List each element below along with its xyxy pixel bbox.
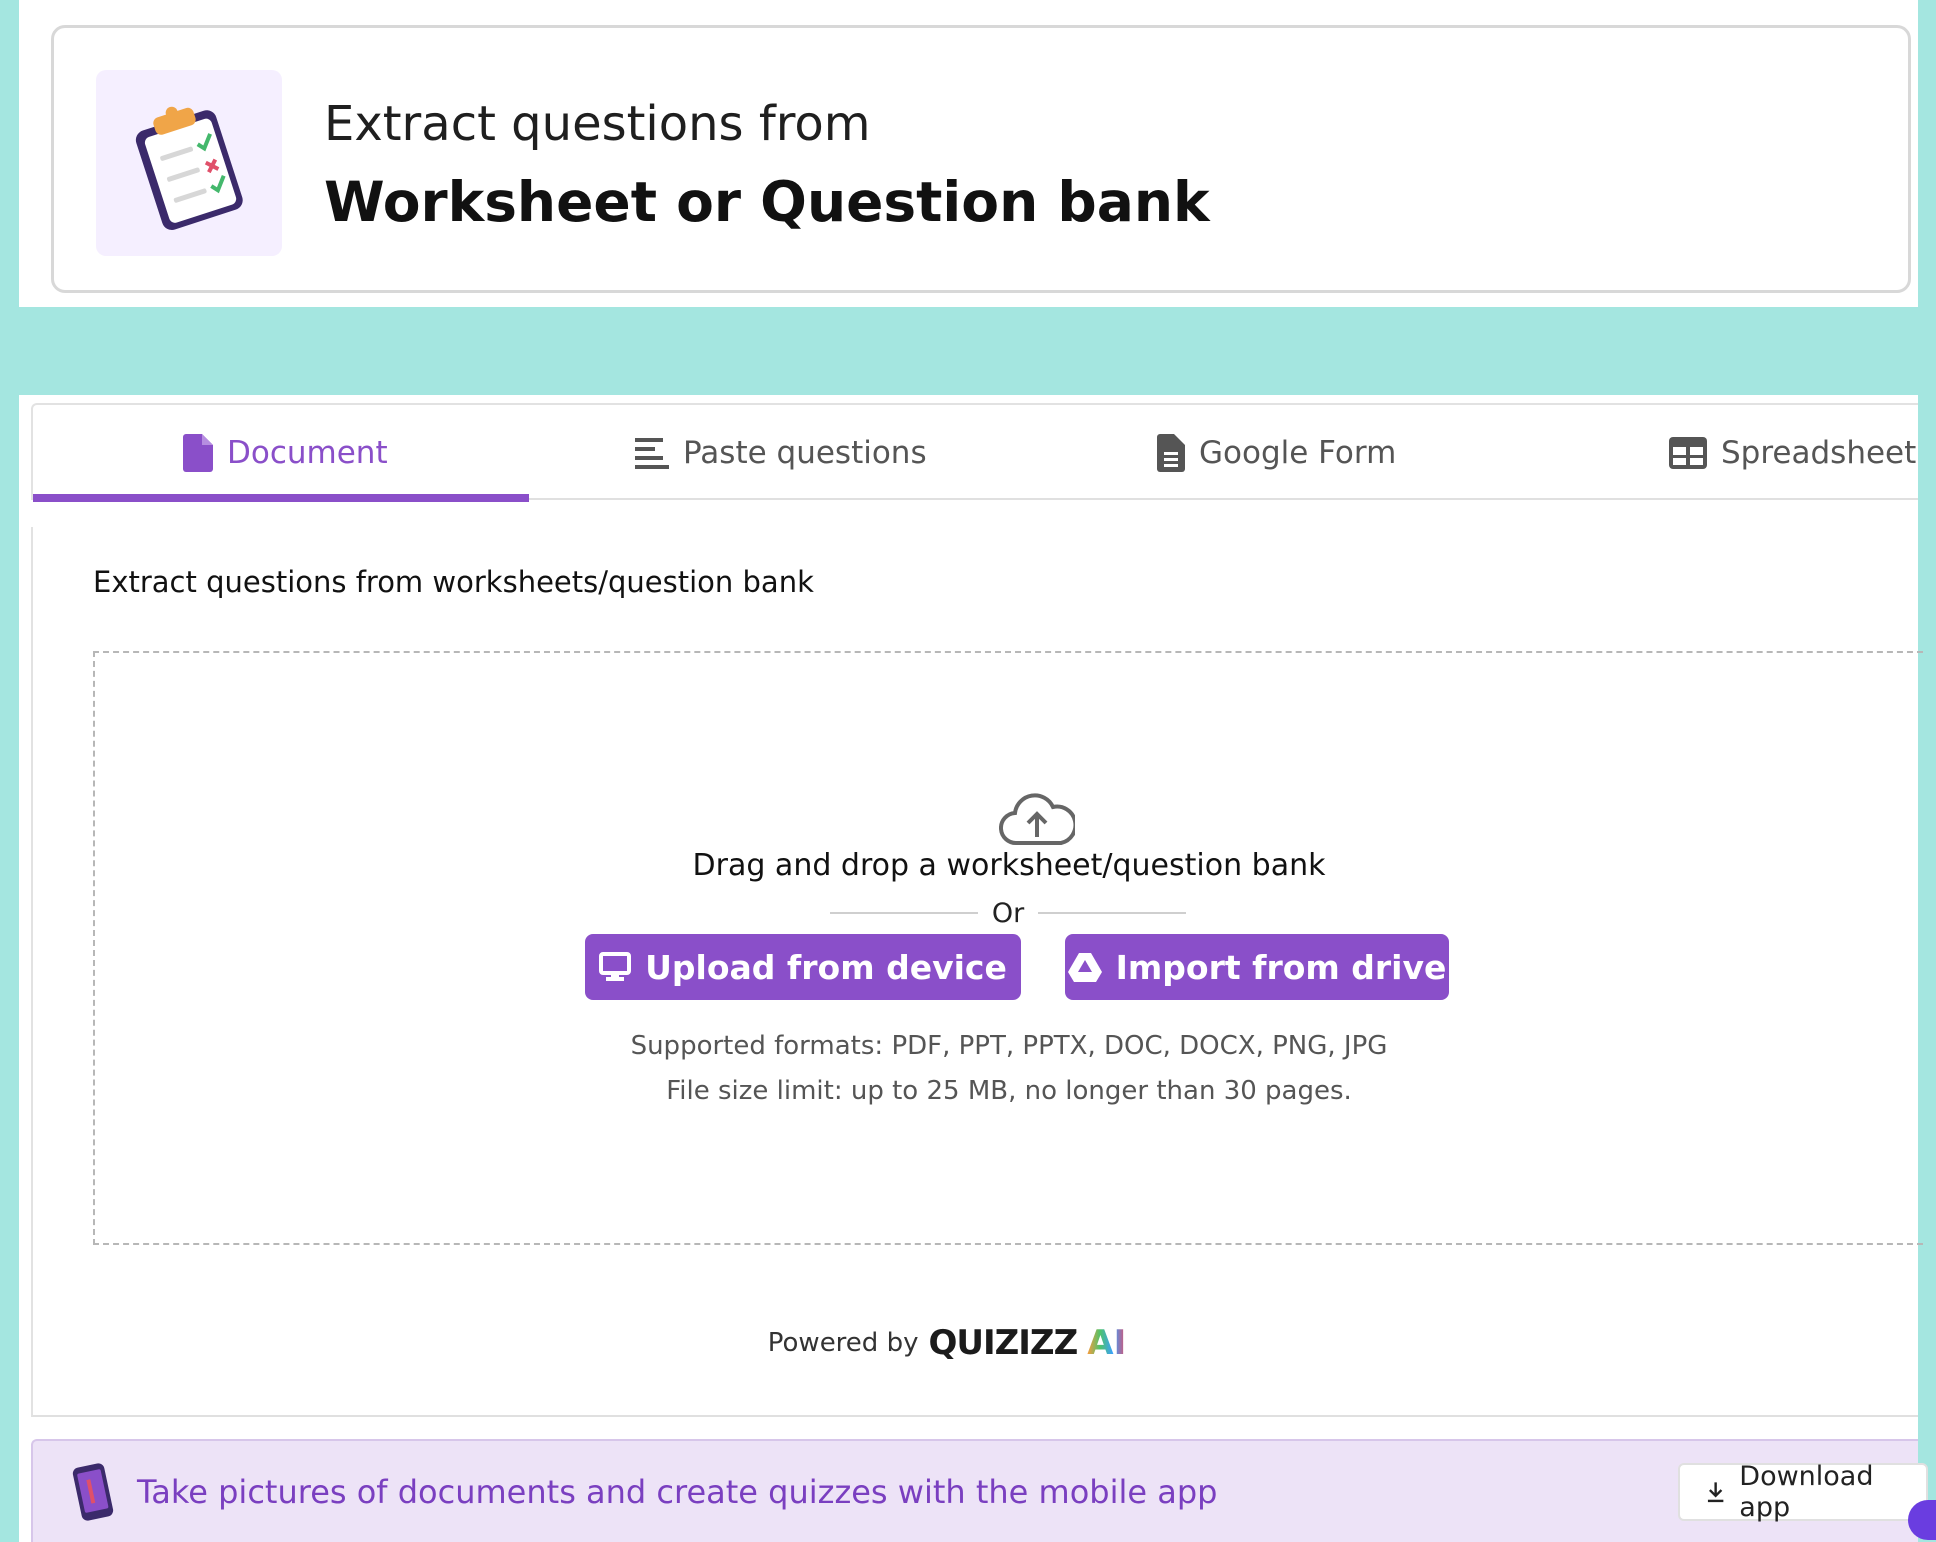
document-icon [183,433,213,472]
tab-spreadsheet-label: Spreadsheet [1721,434,1917,471]
monitor-icon [599,952,632,981]
quizizz-logo: QUIZIZZ [928,1323,1078,1363]
tab-google-form-label: Google Form [1199,434,1397,471]
clipboard-checklist-icon [135,106,243,230]
tab-document[interactable]: Document [33,405,529,502]
download-app-label: Download app [1739,1461,1874,1523]
powered-by: Powered by QUIZIZZ AI [33,1323,1861,1363]
tab-document-label: Document [227,434,388,471]
tab-paste-questions[interactable]: Paste questions [635,405,927,500]
tab-paste-questions-label: Paste questions [683,434,927,471]
divider-line-left [830,912,978,914]
google-drive-icon [1067,953,1102,982]
drive-button-label: Import from drive [1115,947,1447,987]
header-card: Extract questions from Worksheet or Ques… [51,25,1911,293]
upload-from-device-button[interactable]: Upload from device [585,934,1021,1000]
import-from-drive-button[interactable]: Import from drive [1065,934,1449,1000]
file-size-limit-text: File size limit: up to 25 MB, no longer … [666,1076,1352,1106]
header-panel: Extract questions from Worksheet or Ques… [19,0,1918,307]
form-document-icon [1157,433,1185,472]
supported-formats-info: Supported formats: PDF, PPT, PPTX, DOC, … [95,1024,1923,1114]
active-tab-indicator [33,494,529,502]
header-title: Worksheet or Question bank [324,170,1210,234]
header-subtitle: Extract questions from [324,96,871,152]
mobile-app-banner: Take pictures of documents and create qu… [31,1439,1928,1542]
ai-logo: AI [1087,1323,1127,1363]
divider-line-right [1038,912,1187,914]
download-app-button[interactable]: Download app [1678,1461,1928,1523]
tab-google-form[interactable]: Google Form [1157,405,1396,500]
main-panel: Document Paste questions Google Form Spr… [19,395,1928,1542]
source-tabs: Document Paste questions Google Form Spr… [31,403,1918,502]
upload-button-label: Upload from device [645,947,1007,987]
document-tab-content: Extract questions from worksheets/questi… [31,527,1923,1417]
illustration-box [96,70,282,256]
download-icon [1707,1482,1724,1503]
table-icon [1669,436,1707,469]
mobile-app-banner-text: Take pictures of documents and create qu… [137,1473,1218,1511]
cloud-upload-icon [999,793,1075,846]
or-divider: Or [830,893,1187,933]
text-lines-icon [635,437,669,469]
file-dropzone[interactable]: Drag and drop a worksheet/question bank … [93,651,1923,1245]
or-text: Or [991,897,1025,929]
mobile-phone-icon [72,1463,114,1521]
supported-formats-text: Supported formats: PDF, PPT, PPTX, DOC, … [630,1031,1388,1061]
powered-by-label: Powered by [767,1328,919,1358]
section-label: Extract questions from worksheets/questi… [93,565,814,599]
dropzone-text: Drag and drop a worksheet/question bank [692,848,1326,883]
tab-spreadsheet[interactable]: Spreadsheet [1669,405,1916,500]
